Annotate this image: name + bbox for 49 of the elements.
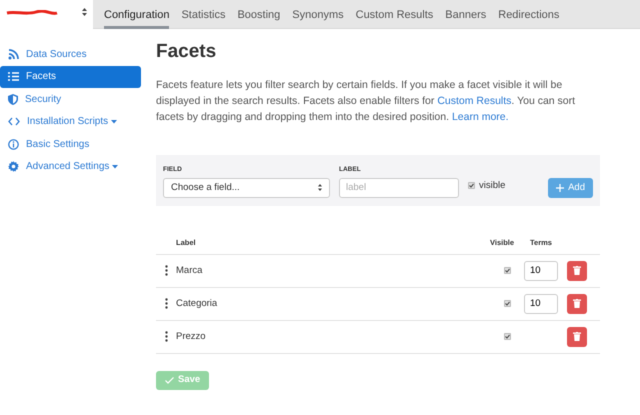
- sort-icon: [82, 8, 87, 16]
- trash-icon: [573, 299, 581, 308]
- trash-icon: [573, 266, 581, 276]
- trash-icon: [573, 332, 581, 342]
- shield-icon: [8, 94, 18, 104]
- intro-paragraph: Facets feature lets you filter search by certain fields. If you make a facet visible it will be displayed in the search results. Facets also enable filters for Custom Results. You can sort facets by dragging and dropping them into the desired position. Learn more.: [156, 78, 576, 125]
- facet-label: Prezzo: [176, 330, 206, 342]
- drag-handle-icon[interactable]: [164, 265, 168, 276]
- nav-tab[interactable]: Configuration: [98, 0, 176, 29]
- page-title: Facets: [156, 41, 218, 64]
- nav-tab[interactable]: Boosting: [231, 0, 286, 29]
- project-selector[interactable]: [0, 0, 93, 29]
- checkbox[interactable]: [504, 300, 510, 308]
- facet-label: Categoria: [176, 298, 218, 309]
- checkbox[interactable]: [468, 182, 475, 190]
- sidebar-item[interactable]: Security: [0, 88, 141, 110]
- plus-icon: [556, 184, 564, 192]
- label-input[interactable]: label: [339, 178, 459, 198]
- sidebar-item[interactable]: Data Sources: [0, 43, 141, 65]
- info-icon: [8, 138, 19, 150]
- nav-tab[interactable]: Synonyms: [286, 0, 350, 29]
- text-link[interactable]: Learn more.: [452, 110, 509, 123]
- sort-icon: [318, 184, 322, 192]
- check-icon: [165, 376, 174, 384]
- list-icon: [8, 72, 19, 81]
- drag-handle-icon[interactable]: [164, 331, 168, 342]
- nav-tab[interactable]: Redirections: [492, 0, 566, 29]
- nav-tab[interactable]: Banners: [439, 0, 492, 29]
- sidebar-item[interactable]: Facets: [0, 66, 141, 88]
- nav-tab[interactable]: Custom Results: [350, 0, 440, 29]
- sidebar-item[interactable]: Installation Scripts: [0, 110, 141, 132]
- checkbox[interactable]: [504, 267, 510, 274]
- facet-label: Marca: [176, 264, 202, 276]
- sidebar-item[interactable]: Basic Settings: [0, 133, 141, 155]
- sidebar-item[interactable]: Advanced Settings: [0, 156, 141, 178]
- delete-button[interactable]: [567, 260, 587, 281]
- text-link[interactable]: Custom Results: [437, 94, 512, 107]
- drag-handle-icon[interactable]: [164, 298, 168, 310]
- gear-icon: [8, 161, 19, 172]
- delete-button[interactable]: [567, 294, 587, 314]
- checkbox[interactable]: [504, 333, 510, 340]
- code-icon: [8, 117, 20, 126]
- checkbox-label: visible: [479, 178, 506, 193]
- delete-button[interactable]: [567, 326, 587, 347]
- rss-icon: [8, 48, 19, 60]
- field-select[interactable]: Choose a field...: [163, 178, 330, 198]
- terms-input[interactable]: 10: [524, 260, 558, 281]
- terms-input[interactable]: 10: [524, 294, 558, 314]
- nav-tab[interactable]: Statistics: [175, 0, 232, 29]
